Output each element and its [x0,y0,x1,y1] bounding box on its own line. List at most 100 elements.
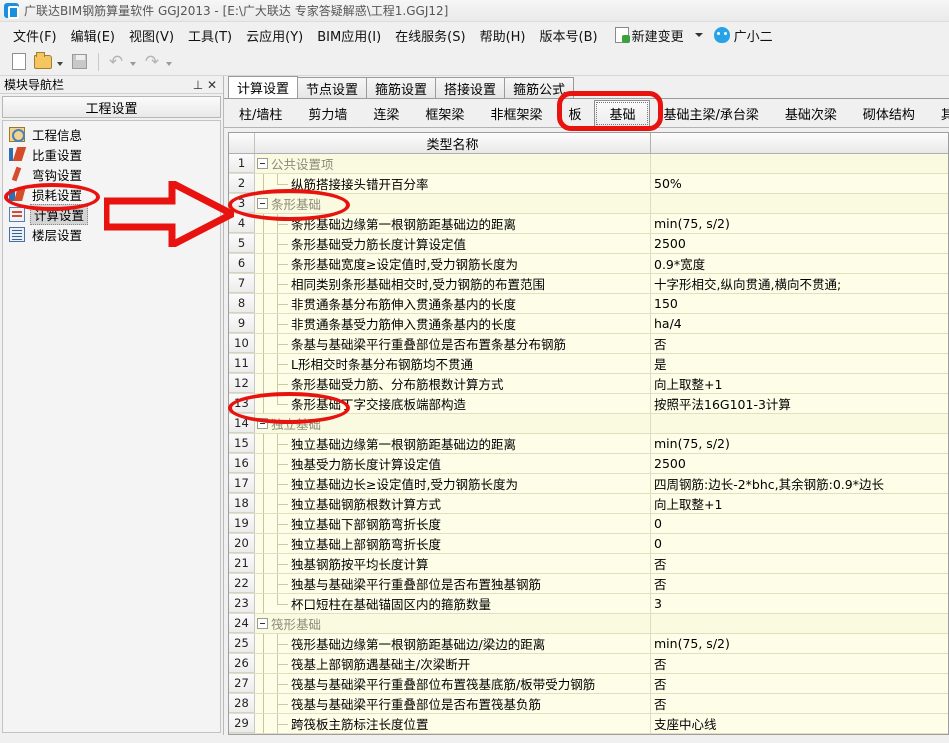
row-type-name-cell[interactable]: 筏基与基础梁平行重叠部位是否布置筏基负筋 [255,694,651,713]
row-type-name-cell[interactable]: 非贯通条基分布筋伸入贯通条基内的长度 [255,294,651,313]
row-value-cell[interactable] [651,614,948,633]
table-row[interactable]: 16 独基受力筋长度计算设定值 2500 [229,454,948,474]
table-row[interactable]: 1 公共设置项 [229,154,948,174]
row-value-cell[interactable]: 否 [651,334,948,353]
row-value-cell[interactable]: 0.9*宽度 [651,254,948,273]
table-row[interactable]: 3 条形基础 [229,194,948,214]
row-value-cell[interactable]: 向上取整+1 [651,494,948,513]
sidebar-item-floor-settings[interactable]: 楼层设置 [3,224,220,244]
tab-secondary-3[interactable]: 框架梁 [412,101,477,126]
table-row[interactable]: 27 筏基与基础梁平行重叠部位布置筏基底筋/板带受力钢筋 否 [229,674,948,694]
redo-button[interactable]: ↷ [141,51,163,73]
table-row[interactable]: 14 独立基础 [229,414,948,434]
row-type-name-cell[interactable]: 独立基础上部钢筋弯折长度 [255,534,651,553]
table-row[interactable]: 11 L形相交时条基分布钢筋均不贯通 是 [229,354,948,374]
row-type-name-cell[interactable]: 公共设置项 [255,154,651,173]
row-type-name-cell[interactable]: 独立基础边长≥设定值时,受力钢筋长度为 [255,474,651,493]
tab-primary-4[interactable]: 箍筋公式 [504,77,575,98]
open-file-chevron-down-icon[interactable] [57,61,63,66]
row-type-name-cell[interactable]: L形相交时条基分布钢筋均不贯通 [255,354,651,373]
sidebar-item-project-info[interactable]: 工程信息 [3,124,220,144]
row-value-cell[interactable]: 四周钢筋:边长-2*bhc,其余钢筋:0.9*边长 [651,474,948,493]
row-type-name-cell[interactable]: 独基受力筋长度计算设定值 [255,454,651,473]
table-row[interactable]: 2 纵筋搭接接头错开百分率 50% [229,174,948,194]
row-value-cell[interactable]: min(75, s/2) [651,634,948,653]
row-type-name-cell[interactable]: 条形基础宽度≥设定值时,受力钢筋长度为 [255,254,651,273]
table-row[interactable]: 22 独基与基础梁平行重叠部位是否布置独基钢筋 否 [229,574,948,594]
row-value-cell[interactable]: 否 [651,574,948,593]
table-row[interactable]: 13 条形基础丁字交接底板端部构造 按照平法16G101-3计算 [229,394,948,414]
row-value-cell[interactable]: 0 [651,514,948,533]
tab-secondary-0[interactable]: 柱/墙柱 [226,101,295,126]
sidebar-item-calc-settings[interactable]: 计算设置 [3,203,220,225]
row-type-name-cell[interactable]: 筏基上部钢筋遇基础主/次梁断开 [255,654,651,673]
table-row[interactable]: 20 独立基础上部钢筋弯折长度 0 [229,534,948,554]
row-type-name-cell[interactable]: 杯口短柱在基础锚固区内的箍筋数量 [255,594,651,613]
row-type-name-cell[interactable]: 独基与基础梁平行重叠部位是否布置独基钢筋 [255,574,651,593]
row-value-cell[interactable]: 否 [651,674,948,693]
menu-item-bim[interactable]: BIM应用(I) [310,23,388,48]
table-row[interactable]: 29 跨筏板主筋标注长度位置 支座中心线 [229,714,948,734]
row-value-cell[interactable]: 否 [651,554,948,573]
table-row[interactable]: 24 筏形基础 [229,614,948,634]
row-value-cell[interactable]: 150 [651,294,948,313]
assistant-button[interactable]: 广小二 [710,26,777,45]
row-value-cell[interactable]: 十字形相交,纵向贯通,横向不贯通; [651,274,948,293]
table-row[interactable]: 17 独立基础边长≥设定值时,受力钢筋长度为 四周钢筋:边长-2*bhc,其余钢筋:… [229,474,948,494]
row-type-name-cell[interactable]: 独立基础下部钢筋弯折长度 [255,514,651,533]
row-type-name-cell[interactable]: 筏基与基础梁平行重叠部位布置筏基底筋/板带受力钢筋 [255,674,651,693]
chevron-down-icon[interactable] [694,33,703,37]
table-row[interactable]: 8 非贯通条基分布筋伸入贯通条基内的长度 150 [229,294,948,314]
row-value-cell[interactable]: 否 [651,654,948,673]
new-file-button[interactable] [8,51,30,73]
sidebar-item-hook-settings[interactable]: 弯钩设置 [3,164,220,184]
table-row[interactable]: 4 条形基础边缘第一根钢筋距基础边的距离 min(75, s/2) [229,214,948,234]
row-type-name-cell[interactable]: 纵筋搭接接头错开百分率 [255,174,651,193]
collapse-minus-icon[interactable] [257,418,268,429]
sidebar-item-weight-settings[interactable]: 比重设置 [3,144,220,164]
table-row[interactable]: 15 独立基础边缘第一根钢筋距基础边的距离 min(75, s/2) [229,434,948,454]
table-row[interactable]: 25 筏形基础边缘第一根钢筋距基础边/梁边的距离 min(75, s/2) [229,634,948,654]
save-file-button[interactable] [68,51,90,73]
row-value-cell[interactable]: 2500 [651,234,948,253]
row-type-name-cell[interactable]: 条形基础受力筋长度计算设定值 [255,234,651,253]
table-row[interactable]: 10 条基与基础梁平行重叠部位是否布置条基分布钢筋 否 [229,334,948,354]
sidebar-item-loss-settings[interactable]: 损耗设置 [3,184,220,204]
tab-secondary-8[interactable]: 基础次梁 [772,101,850,126]
row-type-name-cell[interactable]: 独立基础边缘第一根钢筋距基础边的距离 [255,434,651,453]
row-value-cell[interactable] [651,194,948,213]
menu-item-view[interactable]: 视图(V) [122,23,181,48]
table-row[interactable]: 6 条形基础宽度≥设定值时,受力钢筋长度为 0.9*宽度 [229,254,948,274]
undo-chevron-down-icon[interactable] [130,61,136,66]
row-value-cell[interactable]: 2500 [651,454,948,473]
table-row[interactable]: 21 独基钢筋按平均长度计算 否 [229,554,948,574]
open-file-button[interactable] [32,51,54,73]
tab-primary-1[interactable]: 节点设置 [297,77,368,98]
pin-icon[interactable]: ⊥ [191,78,205,92]
row-value-cell[interactable] [651,414,948,433]
tab-secondary-6[interactable]: 基础 [594,99,651,127]
row-value-cell[interactable]: min(75, s/2) [651,434,948,453]
row-value-cell[interactable]: 否 [651,694,948,713]
row-value-cell[interactable]: 向上取整+1 [651,374,948,393]
tab-secondary-1[interactable]: 剪力墙 [295,101,360,126]
row-type-name-cell[interactable]: 条形基础受力筋、分布筋根数计算方式 [255,374,651,393]
tab-secondary-7[interactable]: 基础主梁/承台梁 [650,101,771,126]
tab-secondary-10[interactable]: 其它 [928,101,949,126]
collapse-minus-icon[interactable] [257,198,268,209]
row-type-name-cell[interactable]: 相同类别条形基础相交时,受力钢筋的布置范围 [255,274,651,293]
row-type-name-cell[interactable]: 条基与基础梁平行重叠部位是否布置条基分布钢筋 [255,334,651,353]
table-row[interactable]: 28 筏基与基础梁平行重叠部位是否布置筏基负筋 否 [229,694,948,714]
menu-item-online-service[interactable]: 在线服务(S) [388,23,472,48]
menu-item-help[interactable]: 帮助(H) [473,23,533,48]
row-value-cell[interactable] [651,154,948,173]
row-type-name-cell[interactable]: 独立基础钢筋根数计算方式 [255,494,651,513]
row-value-cell[interactable]: ha/4 [651,314,948,333]
tab-secondary-9[interactable]: 砌体结构 [850,101,928,126]
table-row[interactable]: 9 非贯通条基受力筋伸入贯通条基内的长度 ha/4 [229,314,948,334]
row-type-name-cell[interactable]: 筏形基础边缘第一根钢筋距基础边/梁边的距离 [255,634,651,653]
table-row[interactable]: 7 相同类别条形基础相交时,受力钢筋的布置范围 十字形相交,纵向贯通,横向不贯通; [229,274,948,294]
table-row[interactable]: 23 杯口短柱在基础锚固区内的箍筋数量 3 [229,594,948,614]
tab-secondary-5[interactable]: 板 [555,101,594,126]
row-value-cell[interactable]: 50% [651,174,948,193]
